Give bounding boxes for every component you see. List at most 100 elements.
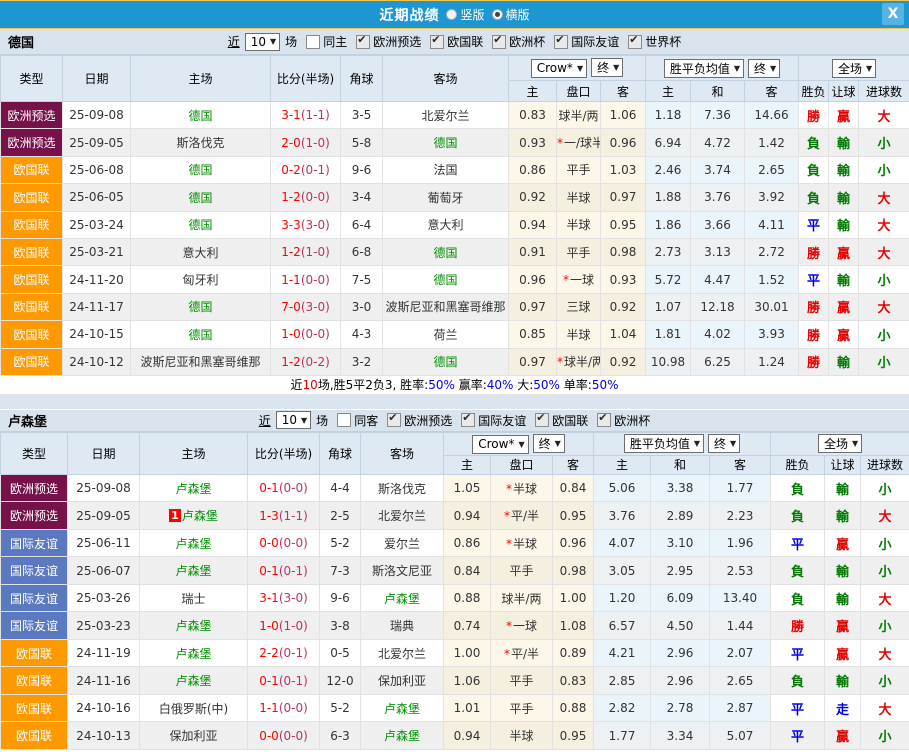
games-count-select[interactable]: 10▼ [245,33,280,51]
chevron-down-icon: ▼ [613,63,619,72]
odds-source-dropdown[interactable]: Crow*▼ [472,435,528,454]
match-score: 0-1(0-1) [248,557,320,585]
home-team-name: 德国 [188,300,212,314]
away-team-name: 保加利亚 [378,674,426,688]
match-away-team: 德国 [383,348,509,375]
match-away-team: 北爱尔兰 [361,639,444,667]
match-corners: 5-2 [320,694,361,722]
competition-checkbox[interactable]: ✔ [492,35,506,49]
avg-draw-odds: 2.96 [651,667,710,695]
avg-final-dropdown-value: 终 [754,60,766,77]
match-score: 2-2(0-1) [248,639,320,667]
same-side-checkbox[interactable] [306,35,320,49]
odds-final-dropdown[interactable]: 终▼ [533,434,565,453]
match-home-team: 匈牙利 [131,266,271,293]
near-link[interactable]: 近 [228,33,240,50]
home-team-name: 瑞士 [181,592,205,606]
avg-home-odds: 3.05 [594,557,651,585]
odds-handicap: 平手 [491,694,553,722]
match-row: 欧国联24-11-16卢森堡0-1(0-1)12-0保加利亚1.06平手0.83… [1,667,909,695]
odds-home: 1.01 [444,694,491,722]
avg-draw-odds: 3.76 [691,184,745,211]
odds-source-dropdown[interactable]: Crow*▼ [531,59,587,78]
odds-home: 0.83 [509,102,557,129]
match-row: 欧洲预选25-09-08德国3-1(1-1)3-5北爱尔兰0.83球半/两1.0… [1,102,909,129]
competition-label: 世界杯 [645,33,681,50]
match-away-team: 荷兰 [383,321,509,348]
fulltime-score: 0-0 [259,729,279,743]
result-handicap: 贏 [829,102,859,129]
match-away-team: 瑞典 [361,612,444,640]
competition-checkbox[interactable]: ✔ [461,413,475,427]
avg-final-dropdown[interactable]: 终▼ [748,59,780,78]
games-count-select[interactable]: 10▼ [276,411,311,429]
match-away-team: 卢森堡 [361,722,444,750]
layout-radio-option[interactable]: 竖版 [446,6,484,23]
match-score: 1-2(0-0) [271,184,341,211]
result-goals: 小 [861,474,909,502]
avg-away-odds: 4.11 [745,211,799,238]
halftime-score: (3-0) [279,591,308,605]
competition-checkbox[interactable]: ✔ [554,35,568,49]
odds-home: 0.85 [509,321,557,348]
match-row: 欧国联25-03-21意大利1-2(1-0)6-8德国0.91平手0.982.7… [1,238,909,265]
competition-label: 欧国联 [447,33,483,50]
match-row: 欧国联24-11-19卢森堡2-2(0-1)0-5北爱尔兰1.00*平/半0.8… [1,639,909,667]
result-goals: 小 [861,557,909,585]
recent-summary: 近10场,胜5平2负3, 胜率:50% 赢率:40% 大:50% 单率:50% [0,376,909,395]
odds-final-dropdown[interactable]: 终▼ [591,58,623,77]
radio-icon [492,9,503,20]
avg-away-odds: 2.65 [710,667,771,695]
col-header-goals: 进球数 [859,81,909,102]
competition-checkbox[interactable]: ✔ [535,413,549,427]
competition-checkbox[interactable]: ✔ [387,413,401,427]
result-goals: 小 [859,348,909,375]
competition-checkbox[interactable]: ✔ [597,413,611,427]
avg-draw-odds: 2.96 [651,639,710,667]
avg-away-odds: 3.92 [745,184,799,211]
avg-dropdown[interactable]: 胜平负均值▼ [664,59,744,78]
match-corners: 0-5 [320,639,361,667]
fulltime-score: 1-3 [259,509,279,523]
avg-group-header: 胜平负均值▼终▼ [594,432,771,455]
competition-checkbox[interactable]: ✔ [356,35,370,49]
match-date: 24-11-16 [68,667,140,695]
avg-dropdown[interactable]: 胜平负均值▼ [624,434,704,453]
match-score: 1-2(1-0) [271,238,341,265]
match-home-team: 卢森堡 [140,612,248,640]
close-button[interactable]: X [882,3,904,25]
result-outcome: 平 [799,211,829,238]
match-type: 欧国联 [1,156,63,183]
away-team-name: 爱尔兰 [384,537,420,551]
col-header-corners: 角球 [320,432,361,474]
avg-draw-odds: 3.34 [651,722,710,750]
match-corners: 4-3 [341,321,383,348]
match-home-team: 卢森堡 [140,639,248,667]
home-team-name: 德国 [188,191,212,205]
full-match-dropdown[interactable]: 全场▼ [818,434,862,453]
avg-draw-odds: 4.72 [691,129,745,156]
match-away-team: 法国 [383,156,509,183]
result-goals: 大 [859,293,909,320]
col-header-odds-away: 客 [601,81,646,102]
avg-home-odds: 4.21 [594,639,651,667]
full-match-dropdown[interactable]: 全场▼ [832,59,876,78]
col-header-handicap-result: 让球 [829,81,859,102]
avg-final-dropdown[interactable]: 终▼ [708,434,740,453]
match-score: 3-1(1-1) [271,102,341,129]
near-link[interactable]: 近 [259,412,271,429]
odds-home: 0.96 [509,266,557,293]
chevron-down-icon: ▼ [577,64,583,73]
same-side-checkbox[interactable] [337,413,351,427]
odds-away: 1.08 [553,612,594,640]
competition-checkbox[interactable]: ✔ [628,35,642,49]
layout-radio-selected[interactable]: 横版 [492,6,530,23]
check-icon: ✔ [357,33,366,47]
halftime-score: (0-1) [279,564,308,578]
match-away-team: 德国 [383,129,509,156]
chevron-down-icon: ▼ [518,440,524,449]
match-date: 25-06-08 [63,156,131,183]
halftime-score: (3-0) [301,218,330,232]
competition-checkbox[interactable]: ✔ [430,35,444,49]
result-outcome: 勝 [799,102,829,129]
